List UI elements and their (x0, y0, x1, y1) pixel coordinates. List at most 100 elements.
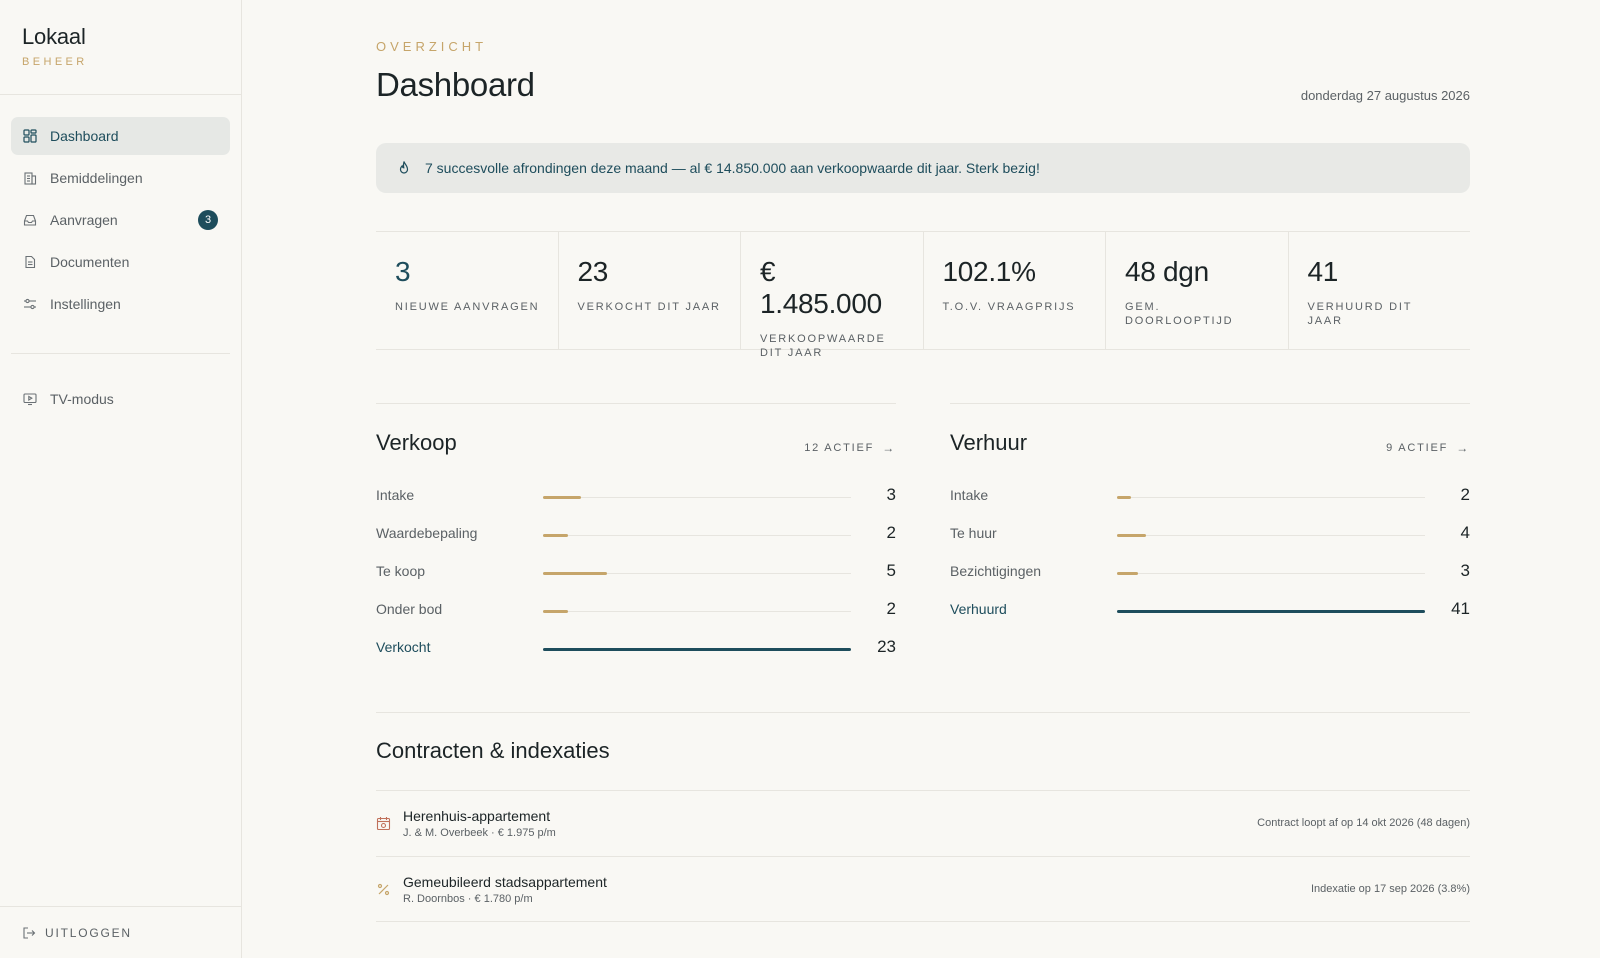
sidebar-item-dashboard[interactable]: Dashboard (11, 117, 230, 155)
verkoop-active-link[interactable]: 12 ACTIEF → (804, 441, 896, 455)
contract-name: Gemeubileerd stadsappartement (403, 874, 607, 890)
brand: Lokaal BEHEER (0, 0, 241, 95)
stat-label: VERKOOPWAARDE DIT JAAR (760, 333, 886, 359)
pipeline-row[interactable]: Verkocht 23 (376, 631, 896, 669)
arrow-right-icon: → (882, 441, 896, 455)
contract-row[interactable]: Herenhuis-appartement J. & M. Overbeek ·… (376, 790, 1470, 856)
arrow-right-icon: → (1456, 441, 1470, 455)
pipeline-stage-count: 2 (886, 523, 896, 542)
contract-tenant: J. & M. Overbeek · € 1.975 p/m (403, 827, 556, 839)
pipeline-stage-label: Te koop (376, 563, 426, 579)
percent-icon (376, 882, 391, 897)
pipeline-stage-count: 5 (886, 561, 896, 580)
contract-list: Herenhuis-appartement J. & M. Overbeek ·… (376, 790, 1470, 922)
brand-name: Lokaal (22, 24, 86, 49)
pipeline-row[interactable]: Intake 3 (376, 479, 896, 517)
stat-label: VERHUURD DIT JAAR (1307, 301, 1413, 327)
pipeline-stage-label: Verhuurd (950, 601, 1007, 617)
contract-tenant: R. Doornbos · € 1.780 p/m (403, 893, 533, 905)
stat-value: 41 (1307, 256, 1339, 287)
pipeline-stage-label: Waardebepaling (376, 525, 478, 541)
pipeline-stage-count: 3 (886, 485, 896, 504)
panel-link-label: 9 ACTIEF (1386, 442, 1449, 454)
sidebar-item-label: Dashboard (50, 128, 119, 144)
contract-status: Contract loopt af op 14 okt 2026 (48 dag… (1257, 817, 1470, 829)
sidebar-nav: Dashboard Bemiddelingen Aanvragen 3 Docu… (0, 95, 241, 323)
sidebar-item-label: TV-modus (50, 391, 114, 407)
page-title: Dashboard (376, 66, 535, 103)
verhuur-active-link[interactable]: 9 ACTIEF → (1386, 441, 1470, 455)
pipeline-row[interactable]: Verhuurd 41 (950, 593, 1470, 631)
stat-value: 23 (577, 256, 609, 287)
stat-new-requests[interactable]: 3 NIEUWE AANVRAGEN (376, 232, 559, 349)
logout-button[interactable]: UITLOGGEN (0, 906, 241, 958)
pipeline-row[interactable]: Onder bod 2 (376, 593, 896, 631)
sidebar-item-instellingen[interactable]: Instellingen (11, 285, 230, 323)
pipeline-bar-track (543, 610, 851, 613)
tv-icon (23, 392, 37, 406)
pipeline-stage-label: Intake (950, 487, 989, 503)
pipeline-row[interactable]: Te koop 5 (376, 555, 896, 593)
sidebar: Lokaal BEHEER Dashboard Bemiddelingen Aa… (0, 0, 242, 958)
panel-title: Verkoop (376, 430, 457, 455)
sliders-icon (23, 297, 37, 311)
pipeline-stage-label: Verkocht (376, 639, 431, 655)
pipeline-stage-count: 23 (877, 637, 896, 656)
sidebar-item-tv-modus[interactable]: TV-modus (11, 380, 230, 418)
pipeline-stage-count: 2 (886, 599, 896, 618)
stat-value: 48 dgn (1125, 256, 1209, 287)
stat-sales-value: € 1.485.000 VERKOOPWAARDE DIT JAAR (741, 232, 924, 359)
sidebar-secondary-nav: TV-modus (0, 380, 241, 418)
stat-value: € 1.485.000 (760, 256, 882, 319)
brand-subtitle: BEHEER (22, 56, 88, 68)
sidebar-item-documenten[interactable]: Documenten (11, 243, 230, 281)
sidebar-divider (11, 353, 230, 354)
pipeline-stage-count: 41 (1451, 599, 1470, 618)
sidebar-item-bemiddelingen[interactable]: Bemiddelingen (11, 159, 230, 197)
sidebar-item-label: Aanvragen (50, 212, 118, 228)
stat-vs-asking-price: 102.1% T.O.V. VRAAGPRIJS (924, 232, 1106, 349)
success-banner: 7 succesvolle afrondingen deze maand — a… (376, 143, 1470, 193)
pipeline-bar-fill (543, 496, 582, 499)
pipeline-bar-track (543, 534, 851, 537)
sidebar-item-aanvragen[interactable]: Aanvragen 3 (11, 201, 230, 239)
calendar-icon (376, 816, 391, 831)
pipeline-row[interactable]: Waardebepaling 2 (376, 517, 896, 555)
stat-label: GEM. DOORLOOPTIJD (1125, 301, 1234, 327)
contract-row[interactable]: Gemeubileerd stadsappartement R. Doornbo… (376, 856, 1470, 922)
current-date: donderdag 27 augustus 2026 (1300, 88, 1470, 103)
pipeline-bar-fill (1117, 572, 1139, 575)
pipeline-row[interactable]: Bezichtigingen 3 (950, 555, 1470, 593)
pipeline-stage-label: Intake (376, 487, 415, 503)
building-icon (23, 171, 37, 185)
grid-icon (23, 129, 37, 143)
contracts-section: Contracten & indexaties Herenhuis-appart… (376, 712, 1470, 922)
verkoop-panel: Verkoop 12 ACTIEF → Intake 3 Waardebepalin… (376, 403, 896, 656)
contract-status: Indexatie op 17 sep 2026 (3.8%) (1310, 883, 1470, 895)
verhuur-panel: Verhuur 9 ACTIEF → Intake 2 Te huur 4 Bezich… (950, 403, 1470, 618)
pipeline-bar-fill (1117, 534, 1146, 537)
stat-label: VERKOCHT DIT JAAR (577, 301, 721, 313)
stats-row: 3 NIEUWE AANVRAGEN 23 VERKOCHT DIT JAAR … (376, 231, 1470, 359)
panel-title: Verhuur (950, 430, 1028, 455)
pipeline-row[interactable]: Intake 2 (950, 479, 1470, 517)
pipeline-bar-track (543, 572, 851, 575)
stat-label: NIEUWE AANVRAGEN (395, 301, 540, 313)
pipeline-row[interactable]: Te huur 4 (950, 517, 1470, 555)
pipeline-stage-count: 3 (1460, 561, 1470, 580)
pipeline-bar-fill (543, 648, 851, 651)
pipeline-stage-count: 4 (1460, 523, 1470, 542)
contracts-title: Contracten & indexaties (376, 738, 610, 763)
stat-value: 102.1% (942, 256, 1036, 287)
pipeline-bar-fill (543, 610, 569, 613)
banner-text: 7 succesvolle afrondingen deze maand — a… (425, 160, 1040, 176)
pipeline-bar-fill (1117, 496, 1132, 499)
pipeline-bar-track (543, 648, 851, 651)
pipeline-bar-track (1117, 610, 1425, 613)
pipeline-bar-fill (543, 534, 569, 537)
inbox-icon (23, 213, 37, 227)
pipeline-stage-label: Te huur (950, 525, 997, 541)
count-badge: 3 (198, 210, 218, 230)
pipeline-stage-label: Bezichtigingen (950, 563, 1042, 579)
stat-label: T.O.V. VRAAGPRIJS (942, 301, 1076, 313)
